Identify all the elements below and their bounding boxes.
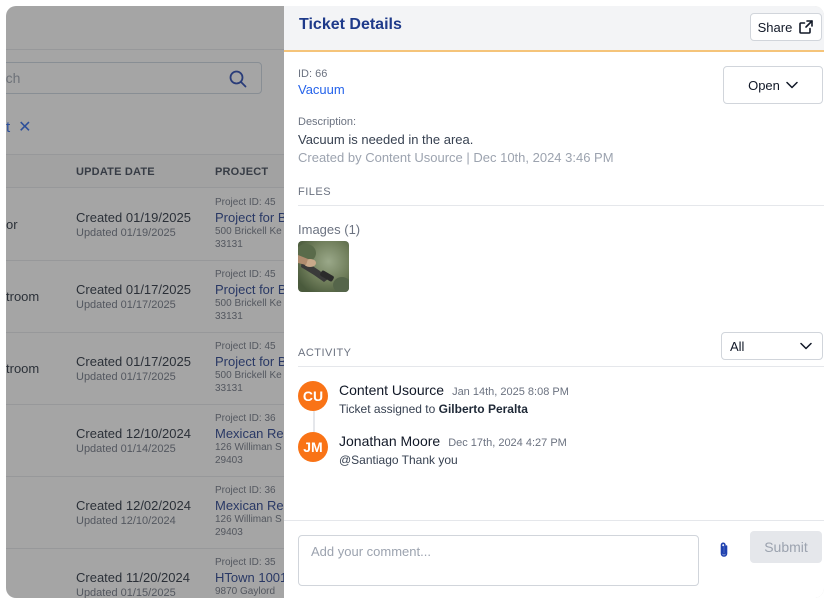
chevron-down-icon (786, 81, 798, 89)
files-divider (298, 205, 824, 206)
description-label: Description: (298, 116, 357, 128)
activity-text: Ticket assigned to Gilberto Peralta (339, 402, 528, 416)
ticket-details-drawer: Ticket Details Share ID: 66 Vacuum Open … (284, 6, 824, 598)
images-label: Images (1) (298, 222, 361, 237)
share-label: Share (757, 19, 793, 35)
avatar: CU (298, 381, 328, 411)
ticket-name-link[interactable]: Vacuum (298, 82, 345, 97)
activity-filter-value: All (730, 339, 745, 354)
activity-timestamp: Jan 14th, 2025 8:08 PM (452, 386, 569, 398)
paperclip-icon[interactable] (716, 541, 732, 559)
comment-footer: Submit (284, 520, 824, 598)
activity-section-label: ACTIVITY (298, 347, 352, 359)
vacuum-photo-icon (298, 241, 349, 292)
external-link-icon (799, 20, 814, 34)
activity-item: CU Content Usource Jan 14th, 2025 8:08 PM… (298, 381, 818, 425)
chevron-down-icon (800, 342, 812, 350)
activity-message: Ticket assigned to (339, 402, 439, 416)
created-by-text: Created by Content Usource | Dec 10th, 2… (298, 150, 614, 165)
activity-message: @Santiago Thank you (339, 453, 458, 467)
submit-button[interactable]: Submit (750, 531, 822, 563)
image-thumbnail[interactable] (298, 241, 349, 292)
activity-assignee: Gilberto Peralta (438, 402, 528, 416)
activity-author: Jonathan Moore Dec 17th, 2024 4:27 PM (339, 433, 567, 449)
drawer-title: Ticket Details (299, 16, 402, 33)
activity-author: Content Usource Jan 14th, 2025 8:08 PM (339, 382, 569, 398)
avatar: JM (298, 432, 328, 462)
activity-author-name: Jonathan Moore (339, 433, 441, 449)
activity-text: @Santiago Thank you (339, 453, 458, 467)
status-dropdown[interactable]: Open (723, 66, 823, 104)
comment-input[interactable] (298, 535, 699, 586)
activity-item: JM Jonathan Moore Dec 17th, 2024 4:27 PM … (298, 432, 818, 476)
share-button[interactable]: Share (750, 13, 822, 41)
activity-timestamp: Dec 17th, 2024 4:27 PM (448, 437, 567, 449)
ticket-id: ID: 66 (298, 68, 328, 80)
description-text: Vacuum is needed in the area. (298, 132, 474, 147)
activity-author-name: Content Usource (339, 382, 445, 398)
activity-divider (298, 366, 824, 367)
files-section-label: FILES (298, 186, 332, 198)
activity-filter-select[interactable]: All (721, 332, 823, 360)
drawer-header: Ticket Details Share (284, 6, 824, 52)
status-value: Open (748, 77, 780, 93)
